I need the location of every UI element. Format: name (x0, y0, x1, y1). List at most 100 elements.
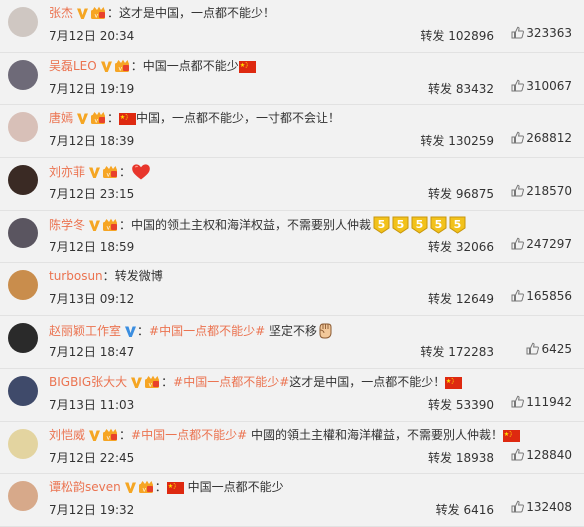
like-button[interactable]: 111942 (511, 395, 572, 409)
like-count: 128840 (526, 447, 572, 462)
repost-button[interactable]: 转发 12649 (428, 290, 494, 307)
china-flag-icon (445, 376, 463, 393)
post-text: ： (119, 164, 151, 180)
post-text-segment: 转发微博 (114, 269, 163, 284)
like-button[interactable]: 323363 (511, 26, 572, 40)
number-five-emoji-icon: 5 (372, 216, 391, 238)
vip-crown-icon: v (102, 165, 119, 183)
list-item: 刘恺威 v ：#中国一点都不能少# 中國的領土主權和海洋權益，不需要別人仲裁！ 7月… (0, 421, 584, 475)
post-time[interactable]: 7月12日 18:59 (49, 238, 134, 255)
avatar[interactable] (8, 217, 38, 248)
post-text: ：中国的领土主权和海洋权益，不需要别人仲裁 5 5 5 5 5 (119, 216, 467, 234)
separator-colon: ： (119, 427, 132, 442)
repost-button[interactable]: 转发 102896 (420, 27, 494, 44)
like-button[interactable]: 218570 (511, 184, 572, 198)
username-link[interactable]: 谭松韵seven (49, 480, 121, 494)
avatar[interactable] (8, 112, 38, 143)
repost-button[interactable]: 转发 6416 (436, 501, 494, 518)
avatar[interactable] (8, 428, 38, 459)
username-link[interactable]: BIGBIG张大大 (49, 375, 127, 389)
verified-v-icon (88, 166, 101, 183)
post-time[interactable]: 7月13日 09:12 (49, 290, 134, 307)
badges: v (73, 6, 107, 20)
svg-text:5: 5 (416, 218, 424, 231)
avatar[interactable] (8, 59, 38, 90)
post-content: 赵丽颖工作室 ：#中国一点都不能少# 坚定不移 (49, 321, 333, 343)
separator-colon: ： (161, 374, 174, 389)
post-time[interactable]: 7月12日 22:45 (49, 449, 134, 466)
badges: v (73, 111, 107, 125)
username-link[interactable]: 唐嫣 (49, 111, 73, 125)
like-button[interactable]: 310067 (511, 79, 572, 93)
post-time[interactable]: 7月12日 19:19 (49, 80, 134, 97)
repost-button[interactable]: 转发 83432 (428, 80, 494, 97)
repost-button[interactable]: 转发 32066 (428, 238, 494, 255)
like-count: 218570 (526, 184, 572, 199)
username-link[interactable]: 赵丽颖工作室 (49, 324, 121, 338)
repost-button[interactable]: 转发 96875 (428, 185, 494, 202)
post-text: ：#中国一点都不能少# 坚定不移 (137, 323, 333, 339)
like-count: 6425 (541, 342, 572, 357)
post-time[interactable]: 7月12日 20:34 (49, 27, 134, 44)
like-button[interactable]: 6425 (526, 342, 572, 356)
avatar[interactable] (8, 323, 38, 354)
username-link[interactable]: 刘恺威 (49, 428, 85, 442)
like-count: 323363 (526, 26, 572, 40)
post-time[interactable]: 7月12日 18:47 (49, 343, 134, 360)
list-item: turbosun：转发微博 7月13日 09:12 转发 12649 16585… (0, 263, 584, 317)
svg-text:v: v (142, 486, 146, 493)
repost-button[interactable]: 转发 53390 (428, 396, 494, 413)
svg-text:v: v (95, 12, 99, 19)
post-content: turbosun：转发微博 (49, 268, 163, 284)
post-content: 谭松韵seven v ： 中国一点都不能少 (49, 479, 284, 498)
hashtag-link[interactable]: #中国一点都不能少# (173, 375, 289, 389)
badges: v (127, 375, 161, 389)
post-text-segment: 中国一点都不能少 (183, 480, 284, 495)
vip-crown-icon: v (114, 59, 131, 77)
username-link[interactable]: 吴磊LEO (49, 59, 97, 73)
vip-crown-icon: v (144, 375, 161, 393)
svg-text:v: v (95, 118, 99, 125)
avatar[interactable] (8, 375, 38, 406)
username-link[interactable]: 陈学冬 (49, 218, 85, 232)
username-link[interactable]: 张杰 (49, 6, 73, 20)
hashtag-link[interactable]: #中国一点都不能少# (131, 428, 247, 442)
avatar[interactable] (8, 481, 38, 512)
like-button[interactable]: 165856 (511, 289, 572, 303)
post-time[interactable]: 7月12日 18:39 (49, 132, 134, 149)
avatar[interactable] (8, 165, 38, 196)
repost-button[interactable]: 转发 18938 (428, 449, 494, 466)
china-flag-icon (502, 429, 520, 446)
verified-v-icon (124, 481, 137, 498)
username-link[interactable]: turbosun (49, 269, 103, 283)
repost-button[interactable]: 转发 172283 (420, 343, 494, 360)
like-count: 132408 (526, 500, 572, 515)
repost-button[interactable]: 转发 130259 (420, 132, 494, 149)
avatar[interactable] (8, 7, 38, 37)
username-link[interactable]: 刘亦菲 (49, 165, 85, 179)
vip-crown-icon: v (102, 218, 119, 236)
list-item: 唐嫣 v ： 中国，一点都不能少，一寸都不会让！ 7月12日 18:39 转发 130… (0, 105, 584, 159)
avatar[interactable] (8, 270, 38, 301)
post-time[interactable]: 7月12日 23:15 (49, 185, 134, 202)
verified-v-icon (76, 7, 89, 24)
like-button[interactable]: 247297 (511, 237, 572, 251)
post-content: 刘恺威 v ：#中国一点都不能少# 中國的領土主權和海洋權益，不需要別人仲裁！ (49, 427, 520, 446)
post-time[interactable]: 7月13日 11:03 (49, 396, 134, 413)
like-button[interactable]: 132408 (511, 500, 572, 514)
thumbs-up-icon (511, 237, 525, 250)
china-flag-icon (238, 60, 256, 77)
like-button[interactable]: 268812 (511, 131, 572, 145)
svg-text:5: 5 (397, 218, 405, 231)
list-item: 陈学冬 v ：中国的领土主权和海洋权益，不需要别人仲裁 5 5 5 5 5 7月12日 18:… (0, 210, 584, 264)
like-button[interactable]: 128840 (511, 448, 572, 462)
like-count: 310067 (526, 78, 572, 93)
hashtag-link[interactable]: #中国一点都不能少# (149, 324, 265, 338)
svg-text:v: v (149, 381, 153, 388)
post-text: ：中国一点都不能少 (131, 59, 256, 73)
post-time[interactable]: 7月12日 19:32 (49, 501, 134, 518)
post-content: 陈学冬 v ：中国的领土主权和海洋权益，不需要别人仲裁 5 5 5 5 5 (49, 216, 467, 238)
vip-crown-icon: v (90, 111, 107, 129)
post-content: 唐嫣 v ： 中国，一点都不能少，一寸都不会让！ (49, 110, 340, 129)
post-text-segment: 这才是中国，一点都不能少！ (119, 6, 276, 20)
